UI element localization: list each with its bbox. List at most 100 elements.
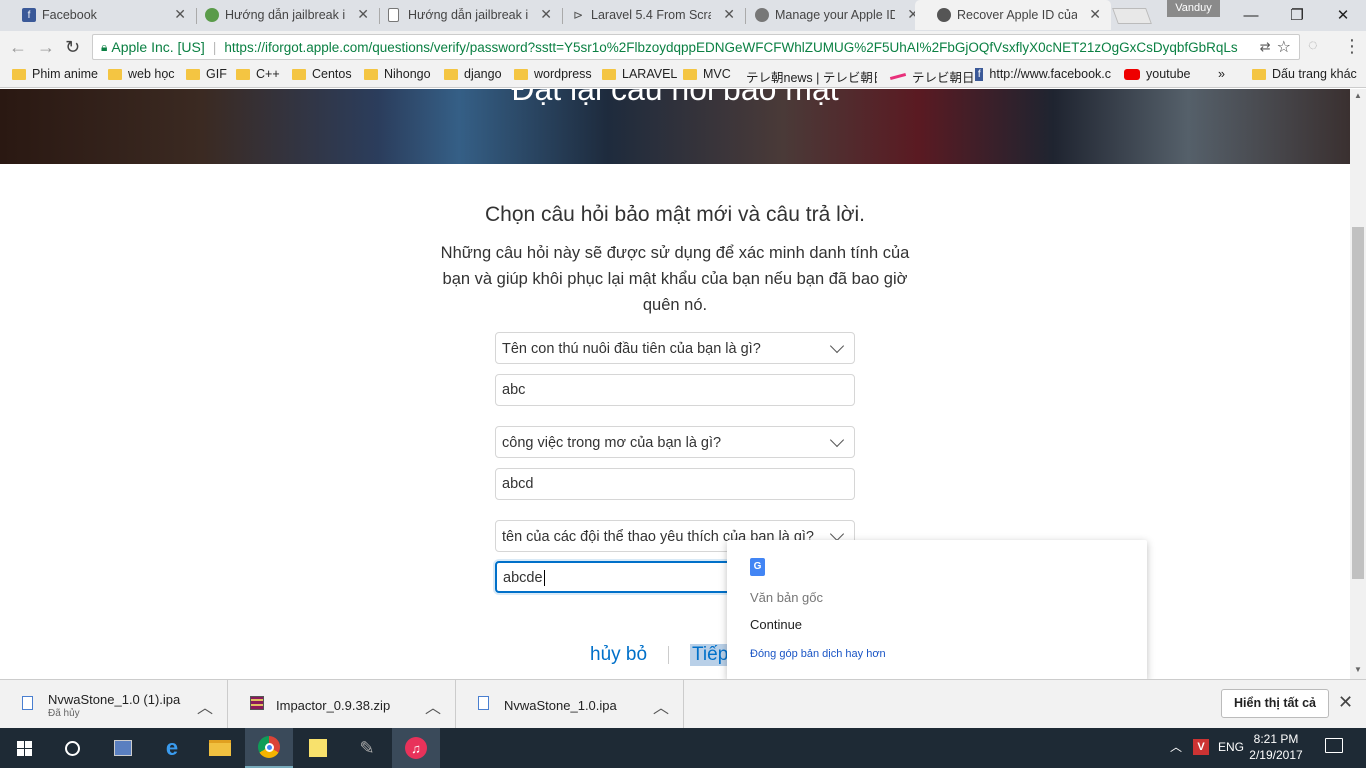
antivirus-tray-icon[interactable]: V: [1193, 739, 1209, 755]
folder-icon: [602, 68, 616, 80]
translate-icon[interactable]: ⇄: [1260, 39, 1271, 55]
star-icon[interactable]: ☆: [1277, 37, 1291, 57]
itunes-icon[interactable]: ♫: [392, 728, 440, 768]
tab-facebook[interactable]: f Facebook ✕: [0, 0, 196, 30]
folder-icon: [108, 68, 122, 80]
bookmarks-overflow-icon[interactable]: »: [1218, 67, 1225, 81]
address-bar[interactable]: 🔒︎ Apple Inc. [US] | https://iforgot.app…: [92, 34, 1300, 60]
tray-overflow-icon[interactable]: ︿: [1170, 738, 1182, 755]
bookmark-tv-asahi[interactable]: テレビ朝日: [889, 67, 975, 86]
original-text: Continue: [750, 617, 803, 632]
window-close-button[interactable]: ✕: [1320, 0, 1366, 30]
search-circle-icon[interactable]: [48, 728, 96, 768]
profile-button[interactable]: Vanduy: [1167, 0, 1220, 17]
bookmark-folder[interactable]: Phim anime: [12, 67, 98, 81]
windows-logo-icon: [16, 740, 32, 756]
leaf-icon: [205, 8, 219, 22]
close-icon[interactable]: ✕: [1089, 6, 1101, 23]
tool-app-icon[interactable]: ✎: [343, 728, 391, 768]
extension-icon[interactable]: ◌: [1308, 37, 1318, 55]
bookmark-folder[interactable]: web học: [108, 67, 175, 81]
facebook-icon: f: [975, 67, 984, 81]
bookmark-folder[interactable]: LARAVEL: [602, 67, 677, 81]
folder-icon: [186, 68, 200, 80]
tab-jailbreak-1[interactable]: Hướng dẫn jailbreak iC ✕: [183, 0, 379, 30]
tab-manage-apple-id[interactable]: Manage your Apple ID ✕: [733, 0, 929, 30]
facebook-icon: f: [22, 8, 36, 22]
start-button[interactable]: [0, 728, 48, 768]
archive-icon: [250, 696, 264, 710]
bookmark-folder[interactable]: C++: [236, 67, 280, 81]
file-icon: [22, 696, 33, 710]
back-arrow-icon[interactable]: ←: [9, 37, 27, 58]
chevron-up-icon[interactable]: ︿: [197, 694, 213, 718]
menu-icon[interactable]: ⋮: [1343, 36, 1361, 57]
bookmark-folder[interactable]: Centos: [292, 67, 352, 81]
laracasts-icon: ⊳: [572, 8, 584, 22]
continue-link[interactable]: Tiếp: [690, 644, 731, 666]
chevron-up-icon[interactable]: ︿: [425, 694, 441, 718]
bookmark-folder[interactable]: GIF: [186, 67, 227, 81]
security-question-1-select[interactable]: Tên con thú nuôi đầu tiên của bạn là gì?: [495, 332, 855, 364]
forward-arrow-icon[interactable]: →: [37, 37, 55, 58]
scroll-up-icon[interactable]: ▲: [1354, 91, 1362, 100]
hero-banner: Đặt lại câu hỏi bảo mật: [0, 89, 1350, 164]
folder-icon: [12, 68, 26, 80]
google-translate-icon: G: [750, 558, 765, 576]
bookmark-tv-asahi-news[interactable]: テレ朝news | テレビ朝日: [740, 67, 877, 86]
scroll-down-icon[interactable]: ▼: [1354, 665, 1362, 674]
secure-origin-label: Apple Inc. [US]: [111, 39, 205, 55]
tab-jailbreak-2[interactable]: Hướng dẫn jailbreak iC ✕: [366, 0, 562, 30]
chrome-icon[interactable]: [245, 728, 293, 768]
show-all-downloads-button[interactable]: Hiển thị tất cả: [1221, 689, 1329, 718]
download-item[interactable]: NvwaStone_1.0 (1).ipa Đã hủy ︿: [0, 680, 228, 729]
page-description: Những câu hỏi này sẽ được sử dụng để xác…: [440, 244, 910, 314]
close-download-shelf-icon[interactable]: ✕: [1338, 692, 1353, 713]
notifications-icon[interactable]: [1325, 738, 1343, 753]
security-answer-2-input[interactable]: abcd: [495, 468, 855, 500]
restore-button[interactable]: ❐: [1274, 0, 1320, 30]
folder-icon: [514, 68, 528, 80]
folder-icon: [1252, 68, 1266, 80]
folder-icon: [364, 68, 378, 80]
tab-recover-apple-id[interactable]: Recover Apple ID của b ✕: [915, 0, 1111, 30]
page-heading: Chọn câu hỏi bảo mật mới và câu trả lời.: [484, 203, 866, 226]
bookmark-folder[interactable]: wordpress: [514, 67, 592, 81]
chevron-down-icon: [829, 432, 845, 448]
bookmarks-bar: Phim anime web học GIF C++ Centos Nihong…: [0, 63, 1366, 88]
tab-laravel[interactable]: ⊳ Laravel 5.4 From Scrat ✕: [549, 0, 745, 30]
new-tab-button[interactable]: [1112, 8, 1152, 24]
download-item[interactable]: NvwaStone_1.0.ipa ︿: [456, 680, 684, 729]
file-explorer-icon[interactable]: [196, 728, 244, 768]
taskbar-clock[interactable]: 8:21 PM 2/19/2017: [1246, 731, 1306, 763]
tv-asahi-icon: [889, 72, 907, 81]
other-bookmarks[interactable]: Dấu trang khác: [1252, 67, 1357, 81]
download-item[interactable]: Impactor_0.9.38.zip ︿: [228, 680, 456, 729]
chevron-up-icon[interactable]: ︿: [653, 694, 669, 718]
folder-icon: [292, 68, 306, 80]
network-app-icon[interactable]: [99, 728, 147, 768]
hero-title: Đặt lại câu hỏi bảo mật: [511, 89, 839, 107]
bookmark-folder[interactable]: MVC: [683, 67, 731, 81]
folder-icon: [683, 68, 697, 80]
contribute-translation-link[interactable]: Đóng góp bản dịch hay hơn: [750, 648, 886, 660]
page-content: Đặt lại câu hỏi bảo mật Chọn câu hỏi bảo…: [0, 89, 1350, 679]
scrollbar-thumb[interactable]: [1352, 227, 1364, 579]
text-cursor: [543, 570, 545, 586]
language-indicator[interactable]: ENG: [1218, 740, 1244, 754]
edge-icon[interactable]: e: [148, 728, 196, 768]
security-question-2-select[interactable]: công việc trong mơ của bạn là gì?: [495, 426, 855, 458]
chevron-down-icon: [829, 338, 845, 354]
sticky-notes-icon[interactable]: [294, 728, 342, 768]
reload-icon[interactable]: ↻: [65, 37, 80, 58]
bookmark-youtube[interactable]: youtube: [1124, 67, 1190, 81]
security-answer-1-input[interactable]: abc: [495, 374, 855, 406]
download-shelf: NvwaStone_1.0 (1).ipa Đã hủy ︿ Impactor_…: [0, 679, 1366, 729]
bookmark-folder[interactable]: django: [444, 67, 502, 81]
bookmark-folder[interactable]: Nihongo: [364, 67, 431, 81]
bookmark-facebook[interactable]: f http://www.facebook.c: [975, 67, 1111, 81]
page-scrollbar[interactable]: ▲ ▼: [1350, 89, 1366, 679]
minimize-button[interactable]: —: [1228, 0, 1274, 30]
cancel-link[interactable]: hủy bỏ: [590, 644, 647, 666]
translate-popup: G Văn bản gốc Continue Đóng góp bản dịch…: [727, 540, 1147, 679]
